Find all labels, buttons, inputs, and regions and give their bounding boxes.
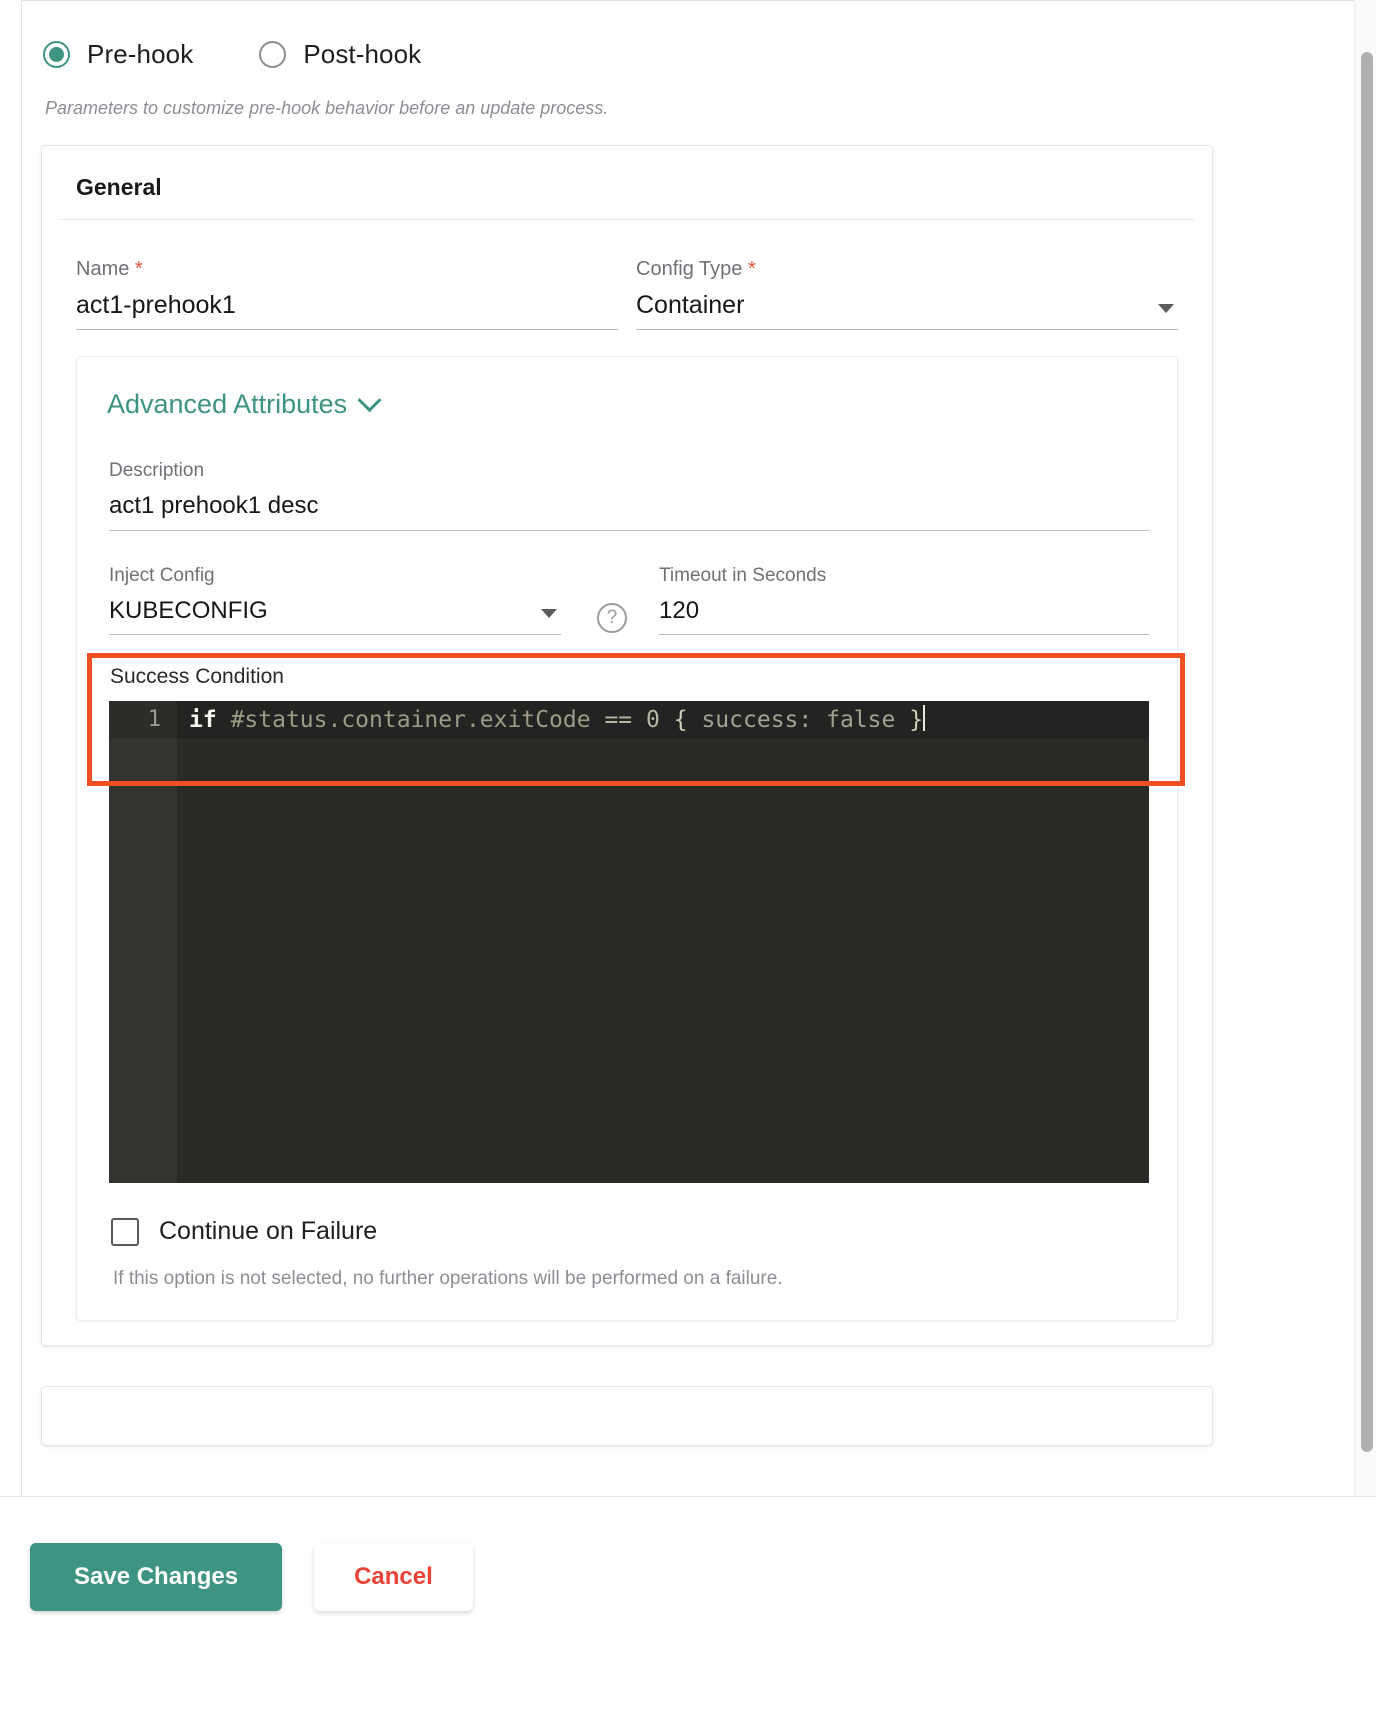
success-condition-code-editor[interactable]: 1 if #status.container.exitCode == 0 { s… — [109, 701, 1149, 1183]
radio-label-pre-hook: Pre-hook — [87, 39, 194, 69]
inject-config-label: Inject Config — [109, 565, 215, 586]
next-section-card — [41, 1386, 1213, 1446]
description-input-wrapper — [109, 492, 1149, 531]
description-field-group: Description — [109, 460, 1149, 531]
success-condition-group: Success Condition 1 if #status.container… — [87, 653, 1185, 1183]
continue-on-failure-row[interactable]: Continue on Failure — [109, 1217, 1149, 1246]
timeout-input-wrapper — [659, 597, 1149, 635]
code-token-keyword: if — [189, 707, 217, 733]
footer-actions: Save Changes Cancel — [0, 1497, 1376, 1611]
name-field-group: Name * — [76, 258, 618, 330]
description-input[interactable] — [109, 492, 1149, 520]
hook-type-description: Parameters to customize pre-hook behavio… — [45, 98, 609, 118]
radio-label-post-hook: Post-hook — [303, 39, 422, 69]
general-card: General Name * Config Type * — [41, 145, 1213, 1346]
inject-config-field-group: Inject Config — [109, 565, 561, 635]
radio-unselected-icon[interactable] — [259, 41, 287, 68]
save-changes-button[interactable]: Save Changes — [30, 1543, 283, 1611]
scrollbar-thumb[interactable] — [1361, 52, 1373, 1452]
name-label: Name * — [76, 258, 618, 281]
timeout-input[interactable] — [659, 597, 1149, 625]
continue-on-failure-hint: If this option is not selected, no furth… — [113, 1268, 783, 1289]
general-fields-row: Name * Config Type * — [60, 220, 1194, 330]
config-type-select[interactable] — [636, 291, 1178, 320]
config-type-label-text: Config Type — [636, 258, 743, 280]
help-glyph: ? — [606, 607, 618, 628]
inject-timeout-row: Inject Config ? Timeout in Seconds — [109, 565, 1149, 635]
editor-gutter — [109, 701, 177, 1183]
editor-text-cursor — [923, 705, 926, 731]
radio-option-pre-hook[interactable]: Pre-hook — [43, 39, 193, 70]
config-type-select-wrapper[interactable] — [636, 291, 1178, 330]
code-token-brace-open: { — [673, 707, 688, 733]
chevron-down-icon[interactable] — [1158, 304, 1174, 313]
continue-on-failure-checkbox[interactable] — [111, 1217, 139, 1246]
timeout-field-group: Timeout in Seconds — [659, 565, 1149, 635]
name-required-marker: * — [134, 258, 143, 280]
timeout-label: Timeout in Seconds — [659, 565, 827, 586]
code-token-brace-close: } — [909, 707, 924, 733]
inject-config-select[interactable] — [109, 597, 561, 625]
editor-line-number: 1 — [147, 707, 161, 732]
form-scroll-area: Pre-hook Post-hook Parameters to customi… — [23, 1, 1353, 1495]
code-token-property: success: — [701, 707, 813, 733]
cancel-button[interactable]: Cancel — [314, 1543, 473, 1611]
name-input[interactable] — [76, 291, 618, 320]
form-footer: Save Changes Cancel — [0, 1496, 1376, 1714]
config-type-field-group: Config Type * — [636, 258, 1178, 330]
left-gutter — [0, 0, 22, 1496]
config-type-label: Config Type * — [636, 258, 1178, 281]
advanced-attributes-card: Advanced Attributes Description Inject C… — [76, 356, 1185, 1321]
advanced-attributes-title: Advanced Attributes — [107, 389, 348, 419]
radio-dot — [49, 47, 64, 62]
code-token-boolean: false — [826, 707, 896, 733]
success-condition-label: Success Condition — [110, 665, 284, 688]
chevron-down-icon[interactable] — [357, 388, 382, 413]
name-input-wrapper — [76, 291, 618, 330]
radio-selected-icon[interactable] — [43, 41, 70, 68]
radio-option-post-hook[interactable]: Post-hook — [259, 39, 421, 70]
inject-config-select-wrapper[interactable] — [109, 597, 561, 635]
description-label: Description — [109, 460, 205, 481]
config-type-required-marker: * — [747, 258, 756, 280]
hook-configuration-panel: Pre-hook Post-hook Parameters to customi… — [0, 0, 1376, 1714]
advanced-attributes-toggle[interactable]: Advanced Attributes — [103, 388, 1151, 420]
general-section-title: General — [60, 174, 1194, 220]
hook-type-radio-group: Pre-hook Post-hook — [23, 1, 1353, 70]
advanced-attributes-body: Description Inject Config — [87, 460, 1185, 1290]
help-circle-icon[interactable]: ? — [597, 603, 627, 633]
code-token-operator: == — [604, 707, 633, 733]
name-label-text: Name — [76, 258, 130, 280]
vertical-scrollbar[interactable] — [1354, 0, 1376, 1496]
continue-on-failure-label: Continue on Failure — [159, 1217, 378, 1245]
code-token-number: 0 — [646, 707, 660, 733]
code-token-reference: #status.container.exitCode — [230, 707, 591, 733]
editor-code-line[interactable]: if #status.container.exitCode == 0 { suc… — [189, 701, 926, 739]
chevron-down-icon[interactable] — [541, 609, 557, 618]
